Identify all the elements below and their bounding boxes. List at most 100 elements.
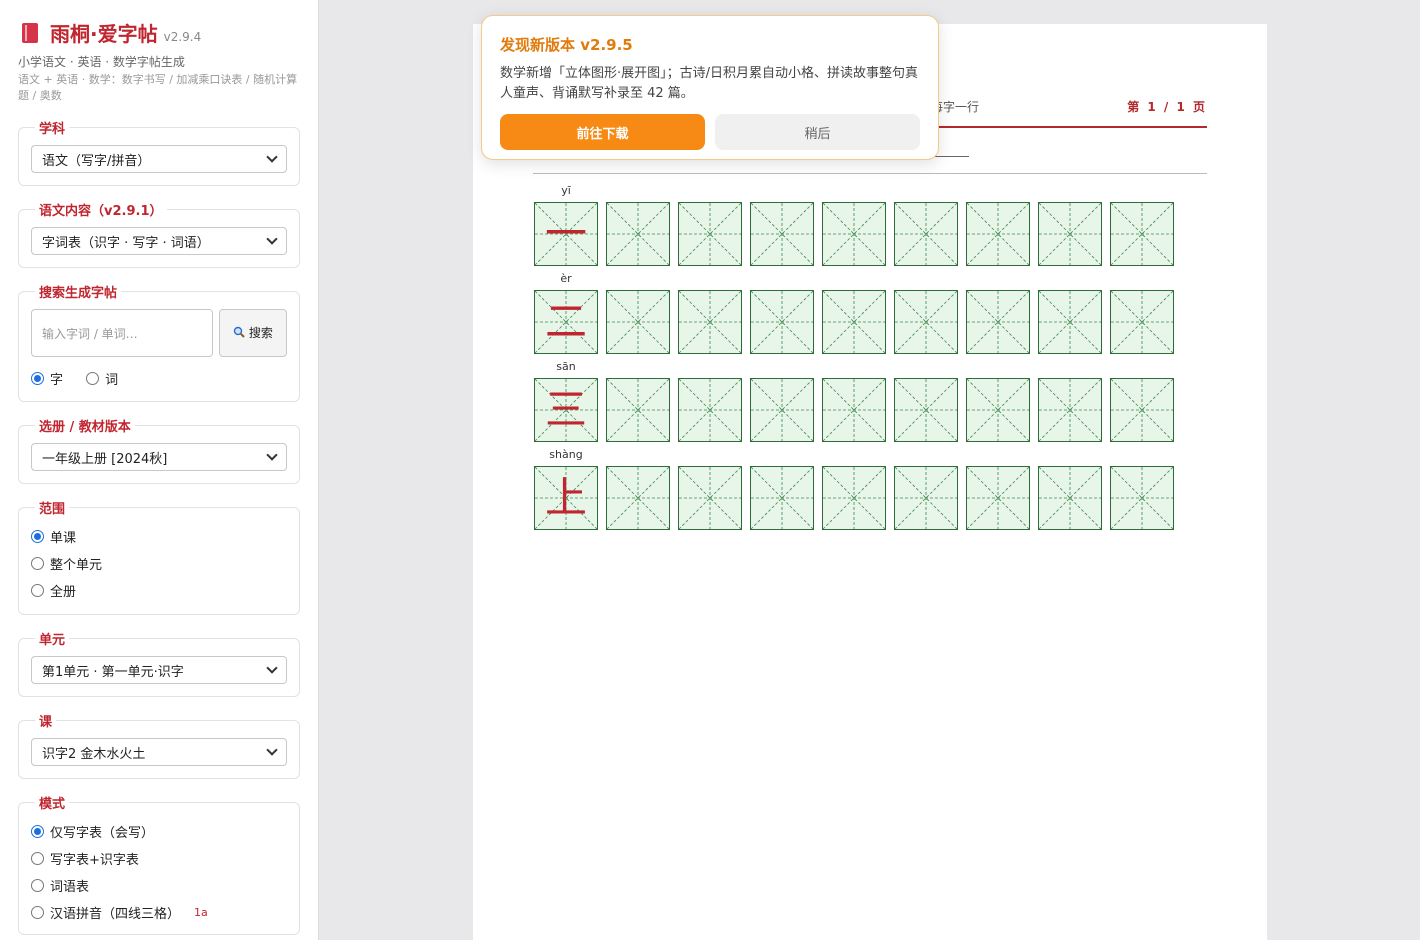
practice-cell (822, 466, 886, 530)
model-character-cell: 一 (534, 202, 598, 266)
mode-write-only[interactable]: 仅写字表（会写） (31, 822, 287, 841)
practice-cell (1110, 290, 1174, 354)
radio-whole-book[interactable] (31, 584, 44, 597)
mode-pinyin[interactable]: 汉语拼音（四线三格） 1a (31, 903, 287, 922)
practice-cell (822, 290, 886, 354)
mi-grid-lines (751, 203, 813, 265)
later-button[interactable]: 稍后 (715, 114, 920, 150)
subject-group: 学科 语文（写字/拼音） (18, 118, 300, 186)
unit-group: 单元 第1单元 · 第一单元·识字 (18, 629, 300, 697)
mi-grid-lines (751, 379, 813, 441)
practice-cell (606, 290, 670, 354)
mi-grid-lines (1039, 467, 1101, 529)
unit-select-value: 第1单元 · 第一单元·识字 (42, 664, 184, 680)
mi-grid-lines (1111, 203, 1173, 265)
radio-write-only[interactable] (31, 825, 44, 838)
mode-legend: 模式 (39, 797, 66, 812)
divider (533, 173, 1207, 174)
mi-grid-lines (967, 379, 1029, 441)
mode-word-list[interactable]: 词语表 (31, 876, 287, 895)
edition-group: 选册 / 教材版本 一年级上册 [2024秋] (18, 416, 300, 484)
tagline: 小学语文 · 英语 · 数学字帖生成 (18, 55, 185, 69)
download-button[interactable]: 前往下载 (500, 114, 705, 150)
scope-group: 范围 单课 整个单元 全册 (18, 498, 300, 615)
chevron-down-icon (266, 744, 278, 756)
search-button[interactable]: 搜索 (219, 309, 287, 357)
practice-cell (678, 290, 742, 354)
mode-group: 模式 仅写字表（会写） 写字表+识字表 词语表 汉语拼音（四线三格） 1a (18, 793, 300, 935)
practice-cell (822, 202, 886, 266)
pinyin-label: shàng (549, 448, 583, 461)
mi-grid-lines (679, 379, 741, 441)
model-character: 三 (544, 385, 587, 434)
grade-tag: 1a (194, 906, 208, 919)
sub-tagline: 语文 + 英语 · 数学：数字书写 / 加减乘口诀表 / 随机计算题 / 奥数 (18, 73, 298, 102)
mi-grid-lines (751, 467, 813, 529)
search-type-char[interactable]: 字 (31, 369, 63, 388)
radio-pinyin[interactable] (31, 906, 44, 919)
search-group: 搜索生成字帖 输入字词 / 单词… 搜索 字 词 (18, 282, 300, 402)
chevron-down-icon (266, 449, 278, 461)
app-title: 雨桐·爱字帖 (50, 22, 158, 46)
mi-grid-lines (607, 203, 669, 265)
radio-write-and-read[interactable] (31, 852, 44, 865)
mode-write-and-read[interactable]: 写字表+识字表 (31, 849, 287, 868)
brand: 雨桐·爱字帖 v2.9.4 (18, 18, 300, 47)
radio-whole-unit[interactable] (31, 557, 44, 570)
model-character: 二 (544, 297, 587, 346)
scope-whole-book[interactable]: 全册 (31, 581, 287, 600)
chevron-down-icon (266, 233, 278, 245)
mi-grid-lines (823, 379, 885, 441)
subject-select[interactable]: 语文（写字/拼音） (31, 145, 287, 173)
mi-grid-lines (967, 467, 1029, 529)
subject-select-value: 语文（写字/拼音） (42, 153, 151, 169)
practice-cell (894, 202, 958, 266)
practice-cell (822, 378, 886, 442)
practice-cell (966, 378, 1030, 442)
practice-cell (678, 378, 742, 442)
page-indicator: 第 1 / 1 页 (1127, 100, 1207, 114)
practice-cell (1038, 202, 1102, 266)
edition-select[interactable]: 一年级上册 [2024秋] (31, 443, 287, 471)
chevron-down-icon (266, 662, 278, 674)
scope-legend: 范围 (39, 502, 66, 517)
practice-cell (606, 466, 670, 530)
mi-grid-lines (967, 203, 1029, 265)
search-legend: 搜索生成字帖 (39, 286, 118, 301)
mi-grid-lines (1039, 379, 1101, 441)
mi-grid-lines (895, 467, 957, 529)
chevron-down-icon (266, 151, 278, 163)
mi-grid-lines (1039, 291, 1101, 353)
practice-cell (606, 378, 670, 442)
search-type-word-label: 词 (105, 373, 119, 388)
practice-cell (1110, 378, 1174, 442)
practice-cell (966, 202, 1030, 266)
mi-grid-lines (607, 467, 669, 529)
practice-cell (1038, 378, 1102, 442)
radio-word-list[interactable] (31, 879, 44, 892)
lesson-group: 课 识字2 金木水火土 (18, 711, 300, 779)
edition-select-value: 一年级上册 [2024秋] (42, 451, 168, 467)
model-character: 一 (544, 209, 587, 258)
scope-whole-unit[interactable]: 整个单元 (31, 554, 287, 573)
mi-grid-lines (895, 291, 957, 353)
practice-cell (678, 466, 742, 530)
scope-single-lesson[interactable]: 单课 (31, 527, 287, 546)
unit-select[interactable]: 第1单元 · 第一单元·识字 (31, 656, 287, 684)
practice-cell (1038, 290, 1102, 354)
radio-single-lesson[interactable] (31, 530, 44, 543)
content-select[interactable]: 字词表（识字 · 写字 · 词语） (31, 227, 287, 255)
radio-word[interactable] (86, 372, 100, 385)
search-type-char-label: 字 (50, 373, 64, 388)
app-version: v2.9.4 (163, 30, 202, 44)
mode-write-and-read-label: 写字表+识字表 (50, 853, 139, 868)
worksheet-preview: 每字一行 第 1 / 1 页 yī 一 èr 二 sān 三 shàng 上 (473, 24, 1267, 940)
search-input[interactable]: 输入字词 / 单词… (31, 309, 213, 357)
scope-whole-book-label: 全册 (50, 585, 77, 600)
search-type-word[interactable]: 词 (86, 369, 118, 388)
practice-cell (1038, 466, 1102, 530)
radio-char[interactable] (31, 372, 44, 385)
lesson-select[interactable]: 识字2 金木水火土 (31, 738, 287, 766)
model-character-cell: 上 (534, 466, 598, 530)
scope-single-lesson-label: 单课 (50, 531, 77, 546)
